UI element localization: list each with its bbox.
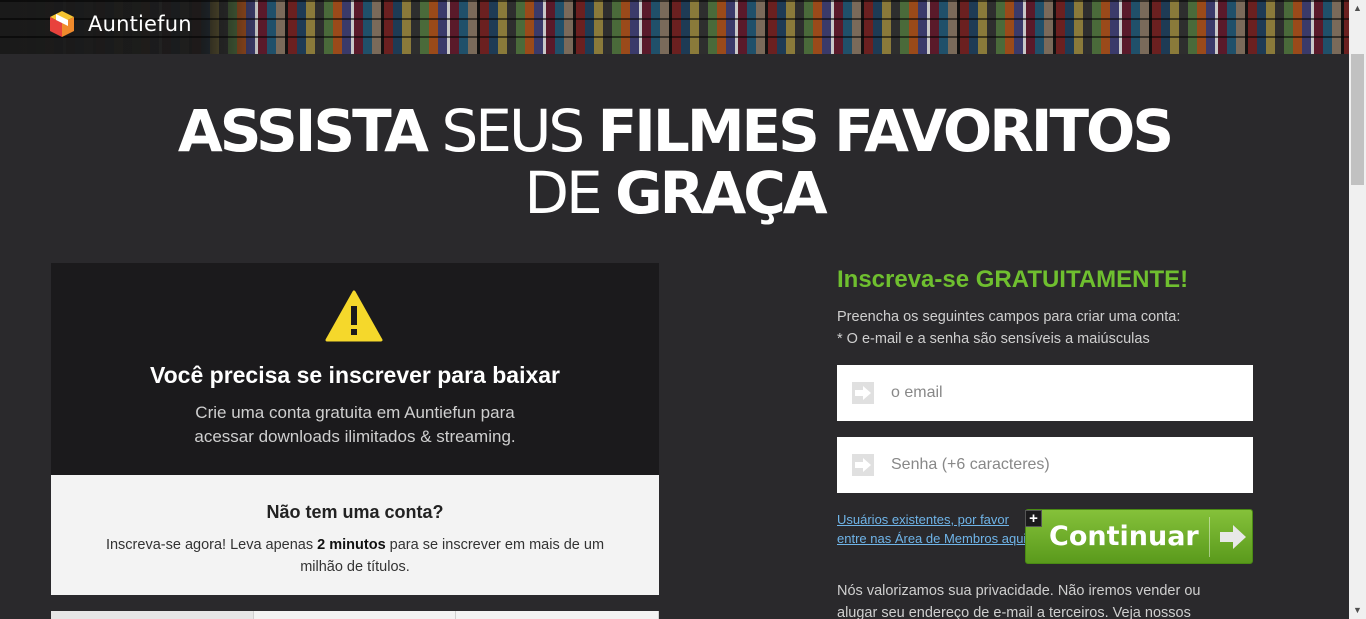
warning-icon [325,290,383,342]
arrow-right-icon [1220,524,1246,549]
page-scrollbar[interactable]: ▲ ▼ [1349,0,1366,619]
email-input[interactable] [891,384,1231,402]
form-desc-line-1: Preencha os seguintes campos para criar … [837,309,1181,325]
plus-icon[interactable]: + [1025,510,1042,527]
hero-word-free: GRAÇA [615,159,828,227]
hero-word-watch: ASSISTA [177,97,429,165]
form-description: Preencha os seguintes campos para criar … [837,306,1180,350]
no-account-title: Não tem uma conta? [266,502,444,522]
no-account-text-bold: 2 minutos [317,537,386,553]
no-account-text: Inscreva-se agora! Leva apenas 2 minutos… [51,534,659,578]
notice-text: Crie uma conta gratuita em Auntiefun par… [194,403,516,446]
form-title: Inscreva-se GRATUITAMENTE! [837,266,1189,293]
hero-word-movies: FILMES FAVORITOS [597,97,1174,165]
tab-3[interactable] [456,611,660,619]
button-divider [1209,516,1210,557]
hero-heading: ASSISTA SEUS FILMES FAVORITOS DE GRAÇA [0,100,1349,224]
hero-line-2: DE GRAÇA [0,162,1349,224]
hero-word-of: DE [524,159,602,227]
scroll-down-icon[interactable]: ▼ [1349,602,1366,619]
bottom-tabs[interactable] [51,611,660,619]
password-input[interactable] [891,456,1231,474]
notice-title: Você precisa se inscrever para baixar [149,362,560,388]
existing-link-line-2: entre nas Área de Membros aqui [837,531,1027,546]
password-field[interactable] [837,437,1253,493]
arrow-right-icon [852,454,874,476]
arrow-right-icon [852,382,874,404]
tab-1[interactable] [51,611,254,619]
gift-box-icon [50,11,74,37]
site-header: Auntiefun [0,0,1349,54]
scroll-up-icon[interactable]: ▲ [1349,0,1366,17]
privacy-text: Nós valorizamos sua privacidade. Não ire… [837,583,1201,619]
continue-label: Continuar [1049,521,1199,552]
scroll-thumb[interactable] [1351,54,1364,185]
brand-name: Auntiefun [88,12,192,36]
existing-users-link[interactable]: Usuários existentes, por favor entre nas… [837,510,1027,548]
tab-2[interactable] [253,611,457,619]
hero-word-your: SEUS [441,97,585,165]
brand[interactable]: Auntiefun [48,9,192,39]
email-field[interactable] [837,365,1253,421]
movie-poster-banner [0,0,1349,54]
no-account-text-a: Inscreva-se agora! Leva apenas [105,537,318,553]
continue-button[interactable]: Continuar [1025,509,1253,564]
hero-line-1: ASSISTA SEUS FILMES FAVORITOS [0,100,1349,162]
form-desc-line-2: * O e-mail e a senha são sensíveis a mai… [837,331,1150,347]
existing-link-line-1: Usuários existentes, por favor [837,512,1009,527]
